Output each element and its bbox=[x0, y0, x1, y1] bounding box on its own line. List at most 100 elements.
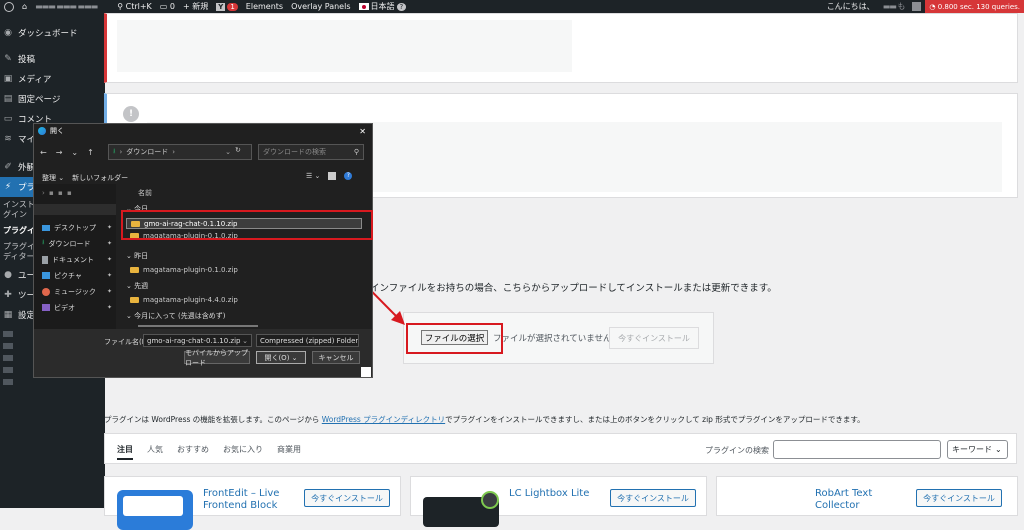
sidebar-item-label: 投稿 bbox=[18, 55, 36, 65]
tab-featured[interactable]: 注目 bbox=[117, 444, 133, 460]
overlay-panels-link[interactable]: Overlay Panels bbox=[287, 0, 354, 13]
dialog-nav-buttons: ← → ⌄ ↑ bbox=[40, 148, 94, 157]
yoast-menu[interactable]: Y1 bbox=[212, 0, 242, 13]
tab-recommended[interactable]: おすすめ bbox=[177, 444, 209, 460]
sidebar-sub-label: ディター bbox=[3, 252, 35, 261]
resize-grip-icon[interactable] bbox=[361, 367, 371, 377]
wordpress-logo-icon[interactable] bbox=[0, 0, 18, 13]
address-path: ダウンロード bbox=[126, 148, 169, 156]
install-now-button[interactable]: 今すぐインストール bbox=[610, 489, 696, 507]
quick-access-label: ビデオ bbox=[54, 303, 75, 312]
file-name: magatama-plugin-4.4.0.zip bbox=[143, 296, 238, 304]
group-header-label: 今月に入って (先週は含めず) bbox=[134, 312, 226, 320]
close-icon[interactable]: ✕ bbox=[359, 127, 366, 136]
forward-icon[interactable]: → bbox=[56, 148, 63, 157]
pin-icon: ✦ bbox=[106, 304, 112, 311]
group-header-yesterday[interactable]: ⌄ 昨日 bbox=[126, 251, 148, 261]
refresh-icon[interactable]: ↻ bbox=[235, 146, 241, 154]
preview-pane-icon[interactable] bbox=[328, 172, 337, 180]
chevron-right-icon: › bbox=[119, 148, 123, 156]
intro-text: プラグインは WordPress の機能を拡張します。このページから bbox=[104, 415, 322, 424]
quick-access-documents[interactable]: ドキュメント ✦ bbox=[42, 254, 118, 265]
open-button[interactable]: 開く(O) ⌄ bbox=[256, 351, 306, 364]
query-monitor[interactable]: ◔ 0.800 sec. 130 queries. bbox=[925, 0, 1024, 13]
blurred-menu-item bbox=[3, 355, 13, 361]
search-type-select[interactable]: キーワード ⌄ bbox=[947, 440, 1008, 459]
plugin-search-input[interactable] bbox=[773, 440, 941, 459]
plugin-title[interactable]: FrontEdit – Live Frontend Block bbox=[203, 488, 293, 512]
selected-file-highlight bbox=[121, 210, 373, 240]
upload-from-mobile-button[interactable]: モバイルからアップロード bbox=[184, 349, 250, 367]
up-icon[interactable]: ↑ bbox=[87, 148, 94, 157]
chevron-down-icon: ⌄ bbox=[225, 148, 231, 156]
blurred-menu-item bbox=[3, 343, 13, 349]
home-icon[interactable]: ⌂ bbox=[18, 0, 31, 13]
blurred-nav-item bbox=[34, 204, 116, 215]
plugin-card: RobArt Text Collector 今すぐインストール bbox=[716, 476, 1018, 516]
group-header-this-month[interactable]: ⌄ 今月に入って (先週は含めず) bbox=[126, 311, 225, 321]
upload-description: インファイルをお持ちの場合、こちらからアップロードしてインストールまたは更新でき… bbox=[370, 283, 777, 294]
quick-access-music[interactable]: ミュージック ✦ bbox=[42, 286, 118, 297]
plugin-directory-link[interactable]: WordPress プラグインディレクトリ bbox=[322, 415, 445, 424]
tab-popular[interactable]: 人気 bbox=[147, 444, 163, 460]
edge-icon bbox=[38, 127, 46, 135]
chevron-down-icon[interactable]: ⌄ bbox=[71, 148, 78, 157]
comments-link[interactable]: ▭ 0 bbox=[156, 0, 179, 13]
file-row[interactable]: magatama-plugin-4.4.0.zip bbox=[130, 296, 238, 304]
sidebar-item-posts[interactable]: ✎ 投稿 bbox=[0, 49, 105, 69]
quick-access-videos[interactable]: ビデオ ✦ bbox=[42, 302, 118, 313]
new-folder-button[interactable]: 新しいフォルダー bbox=[72, 173, 128, 183]
choose-file-highlight bbox=[406, 323, 503, 354]
filename-input[interactable]: gmo-ai-rag-chat-0.1.10.zip ⌄ bbox=[143, 334, 252, 347]
new-content-link[interactable]: + 新規 bbox=[179, 0, 212, 13]
plugin-card: FrontEdit – Live Frontend Block 今すぐインストー… bbox=[104, 476, 401, 530]
sidebar-item-media[interactable]: ▣ メディア bbox=[0, 69, 105, 89]
install-now-button[interactable]: 今すぐインストール bbox=[304, 489, 390, 507]
blurred-menu-item bbox=[3, 331, 13, 337]
quick-access-desktop[interactable]: デスクトップ ✦ bbox=[42, 222, 118, 233]
search-shortcut[interactable]: ⚲ Ctrl+K bbox=[113, 0, 156, 13]
picture-icon bbox=[42, 272, 50, 279]
quick-access-label: ダウンロード bbox=[48, 239, 91, 248]
language-switcher[interactable]: 日本語? bbox=[355, 0, 411, 13]
plugin-icon: ⚡ bbox=[4, 182, 12, 192]
zip-folder-icon bbox=[130, 267, 139, 273]
group-header-last-week[interactable]: ⌄ 先週 bbox=[126, 281, 148, 291]
sidebar-item-dashboard[interactable]: ◉ ダッシュボード bbox=[0, 23, 105, 43]
admin-bar: ⌂ ▬▬▬ ▬▬▬ ▬▬▬ ⚲ Ctrl+K ▭ 0 + 新規 Y1 Eleme… bbox=[0, 0, 1024, 13]
pin-icon: ✦ bbox=[106, 240, 112, 247]
organize-label: 整理 bbox=[42, 174, 56, 182]
plugin-title-line: Collector bbox=[815, 500, 860, 511]
site-name-link[interactable]: ▬▬▬ ▬▬▬ ▬▬▬ bbox=[31, 0, 101, 13]
install-now-button[interactable]: 今すぐインストール bbox=[916, 489, 1002, 507]
file-type-select[interactable]: Compressed (zipped) Folder (*.z ⌄ bbox=[256, 334, 359, 347]
dialog-search-input[interactable]: ダウンロードの検索 ⚲ bbox=[258, 144, 364, 160]
tab-commercial[interactable]: 商業用 bbox=[277, 444, 301, 460]
quick-access-downloads[interactable]: ⭳ ダウンロード ✦ bbox=[42, 238, 118, 249]
view-list-icon[interactable]: ☰ ⌄ bbox=[306, 172, 320, 180]
plugin-title[interactable]: RobArt Text Collector bbox=[815, 488, 872, 512]
user-name[interactable]: ▬▬ も bbox=[879, 0, 909, 13]
organize-menu[interactable]: 整理 ⌄ bbox=[42, 173, 64, 183]
address-bar[interactable]: ⭳ › ダウンロード › ⌄ bbox=[108, 144, 252, 160]
install-now-button[interactable]: 今すぐインストール bbox=[609, 327, 699, 349]
yoast-badge: 1 bbox=[227, 2, 238, 11]
sidebar-item-pages[interactable]: ▤ 固定ページ bbox=[0, 89, 105, 109]
column-header-name[interactable]: 名前 bbox=[138, 188, 152, 198]
scrollbar[interactable] bbox=[138, 325, 258, 327]
elements-link[interactable]: Elements bbox=[242, 0, 287, 13]
quick-access-label: デスクトップ bbox=[54, 223, 96, 232]
quick-access-pictures[interactable]: ピクチャ ✦ bbox=[42, 270, 118, 281]
avatar[interactable] bbox=[908, 0, 925, 13]
blurred-menu-item bbox=[3, 367, 13, 373]
plugin-filter-bar: 注目 人気 おすすめ お気に入り 商業用 プラグインの検索 キーワード ⌄ bbox=[104, 433, 1017, 464]
cancel-button[interactable]: キャンセル bbox=[312, 351, 360, 364]
download-icon: ⭳ bbox=[42, 238, 45, 246]
plugin-title[interactable]: LC Lightbox Lite bbox=[509, 488, 589, 499]
help-icon[interactable]: ? bbox=[344, 172, 353, 180]
document-icon bbox=[42, 255, 48, 264]
tab-favorites[interactable]: お気に入り bbox=[223, 444, 263, 460]
search-type-label: キーワード bbox=[952, 445, 992, 454]
file-row[interactable]: magatama-plugin-0.1.0.zip bbox=[130, 266, 238, 274]
back-icon[interactable]: ← bbox=[40, 148, 47, 157]
